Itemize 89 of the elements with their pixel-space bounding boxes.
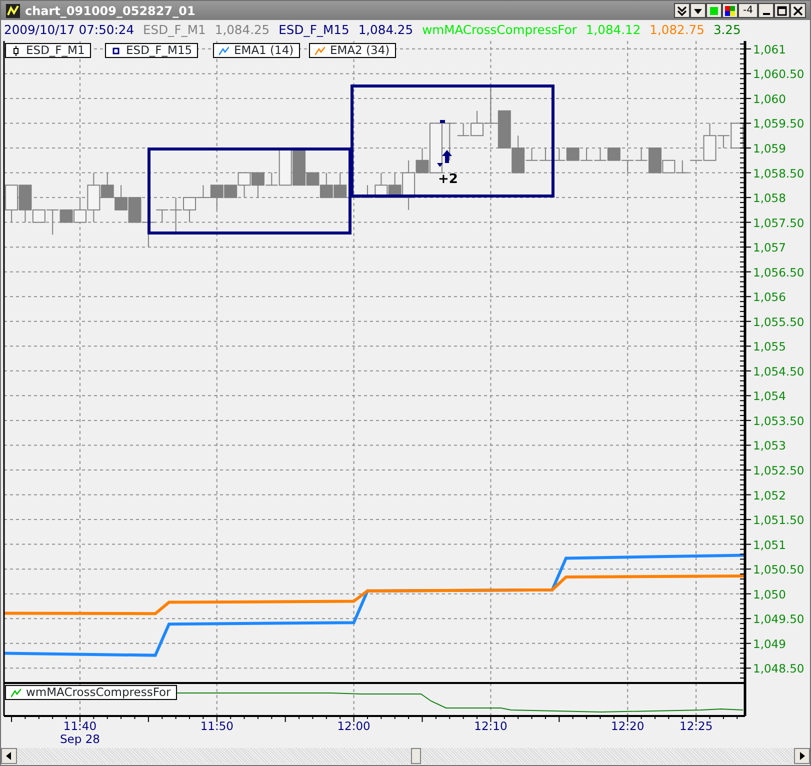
price-label: 1,059 [753,142,786,156]
candle [607,148,620,161]
price-label: 1,049 [753,636,786,651]
price-label: 1,058 [753,191,786,206]
price-label: 1,060 [753,92,786,106]
candle [566,148,580,161]
square-icon [111,46,121,56]
candle [128,197,142,223]
quote-text: 1,084.25 [214,22,270,39]
time-label: 11:50 [200,719,234,733]
double-chevron-icon [677,6,687,16]
left-arrow-icon [6,752,12,760]
price-label: 1,056 [753,290,786,304]
price-label: 1,061 [753,42,786,56]
grid-icon [725,6,735,16]
price-label: 1,050 [753,587,786,602]
quote-text: ESD_F_M15 [278,22,350,39]
maximize-icon [777,6,787,16]
scroll-right-button[interactable] [794,748,810,764]
selection-rectangle[interactable] [148,148,352,234]
maximize-button[interactable] [774,3,790,18]
scroll-left-button[interactable] [1,748,17,764]
quote-text: 3.25 [713,22,741,39]
legend-item[interactable]: ESD_F_M1 [5,43,91,58]
color-button[interactable] [706,3,722,18]
scroll-thumb[interactable] [410,748,420,764]
price-label: 1,052.50 [753,464,804,478]
candle [114,184,128,210]
timestamp-text: 2009/10/17 07:50:24 [4,22,134,39]
legend-item[interactable]: EMA2 (34) [309,43,396,58]
triangle-icon [437,163,443,167]
price-label: 1,059.50 [753,116,804,131]
price-label: 1,051.50 [753,513,804,528]
price-label: 1,056.50 [753,265,804,280]
minimize-icon [762,12,770,14]
legend-label: EMA1 (14) [234,42,294,59]
price-label: 1,055.50 [753,314,804,329]
price-label: 1,053.50 [753,414,804,428]
quote-text: 1,084.25 [358,22,414,39]
collapse-button[interactable] [674,3,690,18]
price-label: 1,054 [753,389,786,404]
legend-item[interactable]: EMA1 (14) [213,43,300,58]
price-label: 1,054.50 [753,364,804,378]
candle-icon [11,46,21,56]
legend-item[interactable]: wmMACrossCompressFor [5,685,177,700]
price-label: 1,057.50 [753,216,804,230]
price-label: 1,055 [753,340,786,354]
candle [580,148,594,161]
time-label: 12:20 [611,719,644,733]
candle [538,148,552,161]
price-label: 1,057 [753,240,786,255]
close-icon [793,6,803,16]
time-label: 12:25 [680,719,713,733]
candle [5,184,18,223]
right-arrow-icon [799,752,805,760]
price-label: 1,049.50 [753,612,804,626]
candle [621,160,634,174]
candle [498,110,511,148]
time-label: 12:10 [474,719,508,733]
price-label: 1,060.50 [753,67,804,82]
price-label: 1,052 [753,488,786,502]
candle [594,148,607,161]
legend-item[interactable]: ESD_F_M15 [105,43,198,58]
marker-icon [440,120,445,123]
trade-marker-label: +2 [438,172,458,187]
zoom-button[interactable]: -4 [738,3,758,18]
legend-label: EMA2 (34) [330,42,390,59]
price-label: 1,053 [753,438,786,453]
time-label: 11:40 [63,719,97,733]
price-label: 1,058.50 [753,166,804,180]
price-label: 1,051 [753,538,786,552]
time-label: 12:00 [337,719,370,733]
quote-text: ESD_F_M1 [143,22,206,39]
selection-rectangle[interactable] [350,84,554,198]
close-button[interactable] [790,3,806,18]
window-title: chart_091009_052827_01 [25,2,196,20]
dropdown-button[interactable] [690,3,706,18]
date-label: Sep 28 [60,732,100,746]
quote-text: wmMACrossCompressFor [422,22,577,39]
price-label: 1,048.50 [753,662,804,676]
quote-text: 1,082.75 [650,22,704,39]
square-icon [709,6,719,16]
app-icon [5,2,21,18]
palette-button[interactable] [722,3,738,18]
minimize-button[interactable] [758,3,774,18]
quote-text: 1,084.12 [586,22,641,39]
candle [552,148,566,161]
price-label: 1,050.50 [753,562,804,577]
up-arrow-icon [442,150,452,163]
